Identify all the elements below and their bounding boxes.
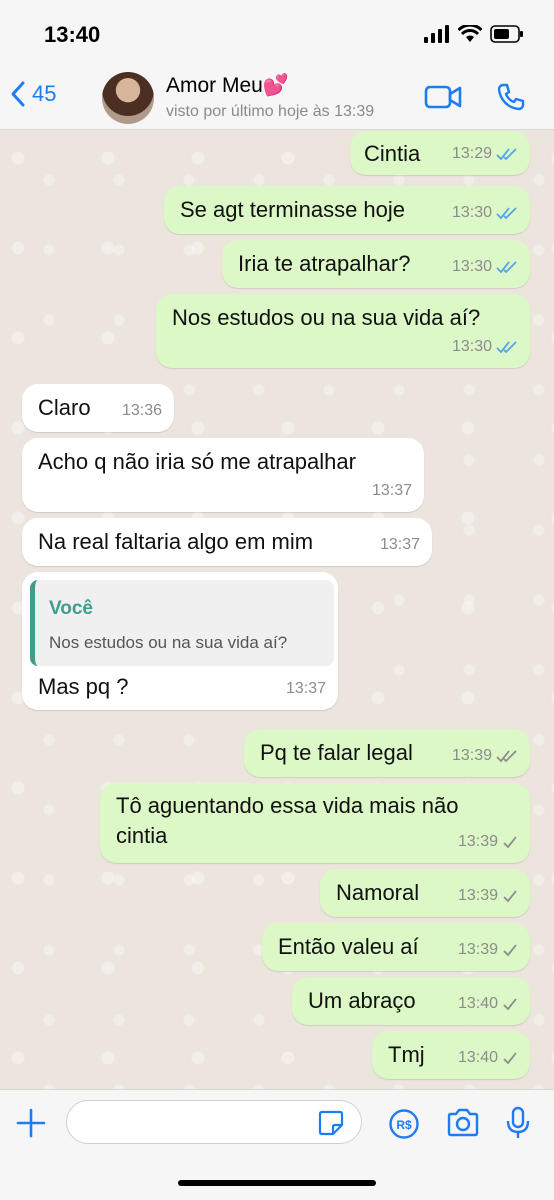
- video-call-button[interactable]: [424, 84, 462, 115]
- message-bubble[interactable]: Pq te falar legal 13:39: [244, 729, 530, 777]
- message-time: 13:29: [451, 145, 492, 162]
- attach-button[interactable]: [16, 1108, 46, 1143]
- message-text: Tmj: [388, 1042, 425, 1067]
- delivered-tick-icon: [496, 750, 517, 763]
- mic-button[interactable]: [506, 1106, 530, 1145]
- payment-button[interactable]: R$: [388, 1108, 420, 1145]
- message-meta: 13:36: [122, 396, 162, 426]
- message-time: 13:39: [457, 887, 498, 904]
- sent-tick-icon: [503, 944, 517, 957]
- message-time: 13:39: [451, 747, 492, 764]
- plus-icon: [16, 1108, 46, 1138]
- message-text: Nos estudos ou na sua vida aí?: [172, 305, 481, 330]
- message-meta: 13:30: [452, 198, 518, 228]
- message-time: 13:40: [457, 995, 498, 1012]
- phone-icon: [497, 83, 525, 111]
- message-text: Cintia: [364, 141, 421, 166]
- message-meta: 13:39: [458, 827, 518, 857]
- message-text: Se agt terminasse hoje: [180, 197, 406, 222]
- message-bubble[interactable]: Então valeu aí 13:39: [262, 923, 530, 971]
- read-tick-icon: [496, 207, 517, 220]
- message-time: 13:37: [371, 482, 412, 499]
- back-chevron-icon: [11, 81, 25, 107]
- message-text: Mas pq ?: [38, 674, 129, 699]
- message-time: 13:40: [457, 1049, 498, 1066]
- chat-area[interactable]: Cintia 13:29 Se agt terminasse hoje 13:3…: [0, 131, 554, 1089]
- message-bubble[interactable]: Um abraço 13:40: [292, 977, 530, 1025]
- read-tick-icon: [496, 261, 517, 274]
- pay-label: R$: [396, 1118, 412, 1132]
- message-bubble[interactable]: Iria te atrapalhar? 13:30: [222, 240, 530, 288]
- message-bubble[interactable]: Namoral 13:39: [320, 869, 530, 917]
- contact-status: visto por último hoje às 13:39: [166, 103, 375, 120]
- message-meta: 13:37: [286, 674, 326, 704]
- battery-icon: [490, 25, 523, 43]
- message-text: Tô aguentando essa vida mais não cintia: [116, 793, 459, 848]
- mic-icon: [506, 1106, 530, 1138]
- camera-icon: [447, 1108, 479, 1137]
- back-button[interactable]: 45: [10, 80, 56, 108]
- sent-tick-icon: [503, 890, 517, 903]
- message-time: 13:37: [379, 536, 420, 553]
- message-bubble[interactable]: Tô aguentando essa vida mais não cintia …: [100, 783, 530, 863]
- message-text: Então valeu aí: [278, 934, 419, 959]
- message-time: 13:30: [451, 338, 492, 355]
- read-tick-icon: [496, 341, 517, 354]
- message-meta: 13:39: [458, 935, 518, 965]
- message-text: Namoral: [336, 880, 420, 905]
- message-text: Acho q não iria só me atrapalhar: [38, 449, 356, 474]
- sent-tick-icon: [503, 836, 517, 849]
- contact-name[interactable]: Amor Meu💕: [166, 74, 289, 98]
- message-meta: 13:40: [458, 989, 518, 1019]
- message-time: 13:36: [121, 402, 162, 419]
- sticker-button[interactable]: [318, 1110, 344, 1141]
- sent-tick-icon: [503, 998, 517, 1011]
- message-bubble[interactable]: Tmj 13:40: [372, 1031, 530, 1079]
- message-text: Na real faltaria algo em mim: [38, 529, 314, 554]
- reply-message-bubble[interactable]: Você Nos estudos ou na sua vida aí? Mas …: [22, 572, 338, 710]
- message-bubble[interactable]: Na real faltaria algo em mim 13:37: [22, 518, 432, 566]
- message-meta: 13:39: [458, 881, 518, 911]
- message-meta: 13:37: [380, 530, 420, 560]
- sticker-icon: [318, 1110, 344, 1136]
- home-indicator[interactable]: [178, 1180, 376, 1186]
- message-bubble[interactable]: Claro 13:36: [22, 384, 174, 432]
- read-tick-icon: [496, 148, 517, 161]
- quoted-message[interactable]: Você Nos estudos ou na sua vida aí?: [30, 580, 334, 666]
- message-time: 13:30: [451, 258, 492, 275]
- message-text: Iria te atrapalhar?: [238, 251, 411, 276]
- message-bubble[interactable]: Nos estudos ou na sua vida aí? 13:30: [156, 294, 530, 368]
- message-time: 13:30: [451, 204, 492, 221]
- message-text: Claro: [38, 395, 91, 420]
- status-icons: [424, 24, 524, 44]
- message-time: 13:37: [285, 680, 326, 697]
- signal-icon: [424, 25, 449, 43]
- message-meta: 13:30: [452, 252, 518, 282]
- message-meta: 13:30: [452, 332, 518, 362]
- unread-count: 45: [32, 81, 57, 106]
- quote-text: Nos estudos ou na sua vida aí?: [49, 633, 288, 652]
- message-time: 13:39: [457, 941, 498, 958]
- status-bar: 13:40: [0, 0, 554, 66]
- message-text: Pq te falar legal: [260, 740, 413, 765]
- sent-tick-icon: [503, 1052, 517, 1065]
- message-text: Um abraço: [308, 988, 416, 1013]
- message-meta: 13:39: [452, 741, 518, 771]
- pay-icon: R$: [389, 1109, 419, 1139]
- message-time: 13:39: [457, 833, 498, 850]
- chat-header: 45 Amor Meu💕 visto por último hoje às 13…: [0, 66, 554, 130]
- message-bubble[interactable]: Acho q não iria só me atrapalhar 13:37: [22, 438, 424, 512]
- message-meta: 13:40: [458, 1043, 518, 1073]
- message-meta: 13:37: [372, 476, 412, 506]
- avatar[interactable]: [102, 72, 154, 124]
- video-call-icon: [424, 85, 462, 109]
- message-bubble[interactable]: Se agt terminasse hoje 13:30: [164, 186, 530, 234]
- camera-button[interactable]: [446, 1108, 480, 1143]
- quote-author: Você: [49, 598, 94, 619]
- status-time: 13:40: [44, 22, 101, 47]
- message-bubble[interactable]: Cintia 13:29: [350, 131, 530, 175]
- voice-call-button[interactable]: [496, 82, 526, 117]
- message-meta: 13:29: [452, 139, 518, 169]
- wifi-icon: [458, 25, 482, 42]
